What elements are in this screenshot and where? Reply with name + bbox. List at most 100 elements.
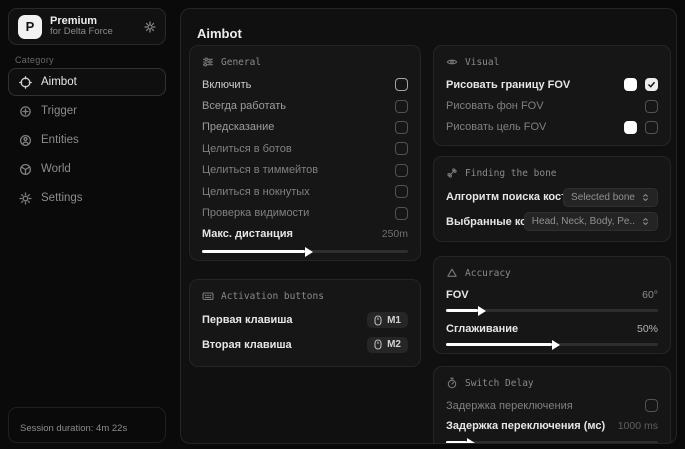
slider-row: FOV 60° — [446, 285, 658, 304]
setting-label: Проверка видимости — [202, 207, 309, 219]
sidebar-item-settings[interactable]: Settings — [8, 184, 166, 212]
setting-row: Рисовать цель FOV — [446, 117, 658, 138]
setting-label: Всегда работать — [202, 100, 286, 112]
globe-icon — [19, 163, 32, 176]
gear-icon[interactable] — [144, 21, 156, 33]
gear-icon — [19, 192, 32, 205]
sidebar-nav: Aimbot Trigger Entities — [8, 68, 166, 213]
slider-fill[interactable] — [446, 309, 478, 312]
checkbox-draw-fov-border[interactable] — [645, 78, 658, 91]
keybind-button-first[interactable]: M1 — [367, 312, 408, 328]
checkbox-draw-fov-background[interactable] — [645, 100, 658, 113]
checkbox-aim-bots[interactable] — [395, 142, 408, 155]
fov-slider[interactable] — [446, 309, 658, 312]
dropdown-value: Selected bone — [571, 192, 635, 203]
setting-label: Рисовать границу FOV — [446, 79, 570, 91]
sidebar-item-entities[interactable]: Entities — [8, 126, 166, 154]
sidebar-item-label: Trigger — [41, 105, 77, 117]
section-header-switch-delay: Switch Delay — [446, 377, 658, 389]
sidebar-item-world[interactable]: World — [8, 155, 166, 183]
color-swatch-fov-border[interactable] — [624, 78, 637, 91]
keybind-label: Вторая клавиша — [202, 339, 292, 351]
setting-label: Рисовать фон FOV — [446, 100, 544, 112]
brand-logo: P — [18, 15, 42, 39]
checkbox-draw-fov-target[interactable] — [645, 121, 658, 134]
setting-row: Макс. дистанция 250m — [202, 224, 408, 245]
slider-row: Задержка переключения (мс) 1000 ms — [446, 416, 658, 436]
slider-label: FOV — [446, 289, 469, 301]
max-distance-slider[interactable] — [202, 250, 408, 253]
dropdown-row: Алгоритм поиска костей Selected bone — [446, 185, 658, 210]
checkbox-enable[interactable] — [395, 78, 408, 91]
checkbox-visibility-check[interactable] — [395, 207, 408, 220]
section-header-activation: Activation buttons — [202, 290, 408, 302]
brand-text: Premium for Delta Force — [50, 15, 136, 39]
card-finding-the-bone: Finding the bone Алгоритм поиска костей … — [433, 156, 671, 242]
app-window: P Premium for Delta Force Category — [0, 0, 685, 449]
checkbox-prediction[interactable] — [395, 121, 408, 134]
setting-row: Задержка переключения — [446, 395, 658, 416]
sliders-icon — [202, 56, 214, 68]
section-title: Finding the bone — [465, 168, 557, 179]
setting-row: Предсказание — [202, 117, 408, 138]
crosshair-icon — [19, 76, 32, 89]
slider-row: Сглаживание 50% — [446, 319, 658, 338]
setting-label: Целиться в тиммейтов — [202, 164, 318, 176]
checkbox-aim-teammates[interactable] — [395, 164, 408, 177]
setting-row: Всегда работать — [202, 95, 408, 116]
smoothing-value: 50% — [637, 323, 658, 335]
setting-row: Включить — [202, 74, 408, 95]
mouse-icon — [374, 339, 382, 350]
setting-label: Рисовать цель FOV — [446, 121, 546, 133]
keyboard-icon — [202, 290, 214, 302]
brand-subtitle: for Delta Force — [50, 27, 136, 38]
slider-fill[interactable] — [446, 343, 552, 346]
color-swatch-fov-target[interactable] — [624, 121, 637, 134]
card-accuracy: Accuracy FOV 60° Сглаживание 50% — [433, 256, 671, 354]
trigger-icon — [19, 105, 32, 118]
eye-icon — [446, 56, 458, 68]
sidebar-item-label: Entities — [41, 134, 79, 146]
setting-row: Целиться в нокнутых — [202, 181, 408, 202]
switch-delay-slider[interactable] — [446, 441, 658, 444]
sidebar: P Premium for Delta Force Category — [0, 0, 176, 449]
section-title: General — [221, 57, 261, 68]
sidebar-item-trigger[interactable]: Trigger — [8, 97, 166, 125]
setting-label: Включить — [202, 79, 251, 91]
sidebar-item-label: World — [41, 163, 71, 175]
chevron-up-down-icon — [641, 217, 650, 226]
sidebar-item-aimbot[interactable]: Aimbot — [8, 68, 166, 96]
section-header-finding: Finding the bone — [446, 167, 658, 179]
selected-bones-dropdown[interactable]: Head, Neck, Body, Pe.. — [524, 212, 658, 231]
keybind-button-second[interactable]: M2 — [367, 337, 408, 353]
checkbox-switch-delay[interactable] — [645, 399, 658, 412]
bone-icon — [446, 167, 458, 179]
section-title: Activation buttons — [221, 291, 324, 302]
check-icon — [647, 80, 656, 89]
card-visual: Visual Рисовать границу FOV Рисовать фон… — [433, 45, 671, 146]
keybind-row: Первая клавиша M1 — [202, 308, 408, 333]
main-panel: Aimbot General Включить Всегда работать — [180, 8, 677, 444]
slider-fill[interactable] — [446, 441, 467, 444]
mouse-icon — [374, 315, 382, 326]
dropdown-label: Выбранные кости — [446, 216, 524, 228]
entities-icon — [19, 134, 32, 147]
sidebar-item-label: Settings — [41, 192, 83, 204]
section-header-accuracy: Accuracy — [446, 267, 658, 279]
checkbox-aim-knocked[interactable] — [395, 185, 408, 198]
smoothing-slider[interactable] — [446, 343, 658, 346]
fov-value: 60° — [642, 289, 658, 301]
section-title: Accuracy — [465, 268, 511, 279]
setting-label: Задержка переключения — [446, 400, 573, 412]
page-title: Aimbot — [197, 26, 242, 41]
slider-label: Задержка переключения (мс) — [446, 420, 605, 432]
slider-label: Сглаживание — [446, 323, 518, 335]
checkbox-always-work[interactable] — [395, 100, 408, 113]
max-distance-value: 250m — [382, 228, 408, 240]
keybind-value: M2 — [387, 339, 401, 350]
triangle-icon — [446, 267, 458, 279]
keybind-row: Вторая клавиша M2 — [202, 333, 408, 358]
bone-algorithm-dropdown[interactable]: Selected bone — [563, 188, 658, 207]
slider-fill[interactable] — [202, 250, 305, 253]
sidebar-item-label: Aimbot — [41, 76, 77, 88]
